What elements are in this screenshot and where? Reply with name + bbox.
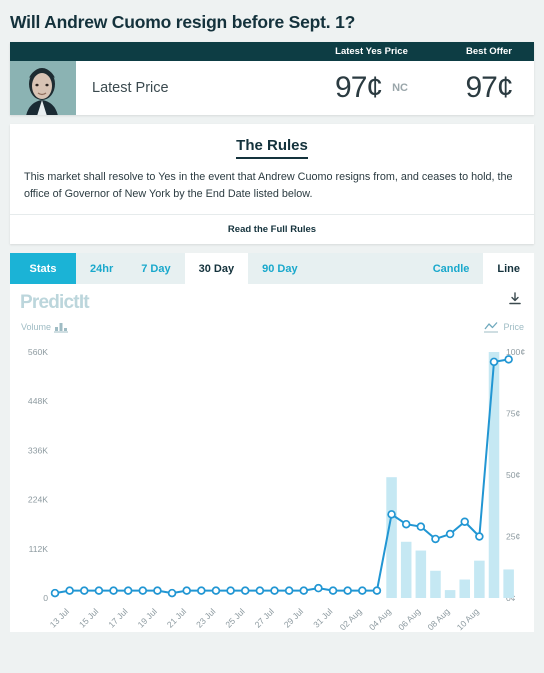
tab-range-90day[interactable]: 90 Day xyxy=(248,253,312,285)
price-point[interactable] xyxy=(416,522,426,532)
latest-price-label: Latest Price xyxy=(92,80,169,96)
price-point[interactable] xyxy=(328,586,338,596)
x-axis-tick: 15 Jul xyxy=(77,607,100,630)
price-point[interactable] xyxy=(94,586,104,596)
price-point[interactable] xyxy=(123,586,133,596)
price-point[interactable] xyxy=(314,584,323,593)
price-point[interactable] xyxy=(504,355,513,365)
best-offer-value: 97¢ xyxy=(465,71,513,104)
y-axis-tick-volume: 112K xyxy=(29,544,49,554)
x-axis-tick: 31 Jul xyxy=(311,607,334,630)
price-point[interactable] xyxy=(153,586,162,596)
y-axis-tick-volume: 336K xyxy=(28,446,48,456)
price-point[interactable] xyxy=(358,586,367,596)
tab-range-24hr[interactable]: 24hr xyxy=(76,253,128,285)
x-axis-tick: 17 Jul xyxy=(106,607,129,630)
tab-range-7day[interactable]: 7 Day xyxy=(127,253,185,285)
rules-heading-text: The Rules xyxy=(236,137,308,159)
x-axis-tick: 23 Jul xyxy=(194,607,217,630)
volume-bar xyxy=(400,542,412,599)
y-axis-tick-volume: 448K xyxy=(28,397,48,407)
price-point[interactable] xyxy=(65,586,74,596)
volume-bar xyxy=(474,561,485,599)
volume-bar xyxy=(415,551,427,599)
price-point[interactable] xyxy=(343,586,352,596)
x-axis-tick: 06 Aug xyxy=(396,607,422,633)
price-point[interactable] xyxy=(475,532,484,542)
price-point[interactable] xyxy=(387,510,396,520)
price-point[interactable] xyxy=(182,586,191,596)
y-axis-tick-price: 25¢ xyxy=(506,532,521,542)
x-axis-tick: 19 Jul xyxy=(136,607,159,630)
price-line xyxy=(54,358,509,595)
price-card-row[interactable]: Latest Price 97¢ NC 97¢ xyxy=(10,61,534,115)
x-axis-tick: 29 Jul xyxy=(282,607,305,630)
latest-yes-price-cell: 97¢ NC xyxy=(299,61,444,115)
tab-type-candle[interactable]: Candle xyxy=(418,253,484,285)
y-axis-tick-volume: 560K xyxy=(28,347,48,357)
y-axis-tick-volume: 224K xyxy=(28,495,48,505)
price-card-header: Latest Yes Price Best Offer xyxy=(10,42,534,61)
price-point[interactable] xyxy=(431,535,440,544)
chart-panel: PredictIt Volume Price 0112K224K336K xyxy=(10,284,534,633)
price-point[interactable] xyxy=(167,589,177,598)
price-volume-chart[interactable]: 0112K224K336K448K560K0¢25¢50¢75¢100¢13 J… xyxy=(10,284,534,632)
price-change-badge: NC xyxy=(392,82,408,94)
price-point[interactable] xyxy=(284,586,294,596)
price-point[interactable] xyxy=(401,520,411,529)
price-point[interactable] xyxy=(109,586,118,596)
price-point[interactable] xyxy=(50,589,60,598)
latest-yes-price-value: 97¢ xyxy=(335,71,383,104)
chart-toolbar: Stats 24hr 7 Day 30 Day 90 Day Candle Li… xyxy=(10,253,534,285)
tab-type-line[interactable]: Line xyxy=(483,253,534,285)
read-full-rules-link[interactable]: Read the Full Rules xyxy=(10,214,534,244)
price-point[interactable] xyxy=(270,586,279,596)
volume-bar xyxy=(488,352,500,599)
y-axis-tick-volume: 0 xyxy=(43,593,48,603)
price-point[interactable] xyxy=(255,586,265,596)
price-point[interactable] xyxy=(460,517,469,527)
x-axis-tick: 25 Jul xyxy=(223,607,246,630)
price-point[interactable] xyxy=(226,586,235,596)
price-point[interactable] xyxy=(445,530,455,539)
market-page: Will Andrew Cuomo resign before Sept. 1?… xyxy=(0,0,544,673)
price-point[interactable] xyxy=(80,586,89,596)
price-point[interactable] xyxy=(240,586,250,596)
price-point[interactable] xyxy=(299,586,309,596)
x-axis-tick: 04 Aug xyxy=(367,607,393,633)
y-axis-tick-price: 75¢ xyxy=(506,409,521,419)
volume-bar xyxy=(444,590,456,599)
x-axis-tick: 21 Jul xyxy=(165,607,188,630)
tab-range-30day[interactable]: 30 Day xyxy=(184,253,249,285)
page-title: Will Andrew Cuomo resign before Sept. 1? xyxy=(10,12,356,32)
volume-bar xyxy=(459,580,471,599)
x-axis-tick: 02 Aug xyxy=(338,607,364,633)
col-best-offer-label: Best Offer xyxy=(466,46,512,57)
volume-bar xyxy=(430,571,441,599)
price-point[interactable] xyxy=(489,358,499,367)
avatar xyxy=(10,61,76,115)
price-point[interactable] xyxy=(372,586,382,596)
x-axis-tick: 08 Aug xyxy=(426,607,452,633)
tab-stats[interactable]: Stats xyxy=(10,253,76,285)
x-axis-tick: 27 Jul xyxy=(253,607,276,630)
price-card: Latest Yes Price Best Offer Latest Price… xyxy=(10,42,534,115)
rules-body-text: This market shall resolve to Yes in the … xyxy=(24,171,513,200)
x-axis-tick: 10 Aug xyxy=(455,607,481,633)
volume-bar xyxy=(503,569,514,599)
price-point[interactable] xyxy=(138,586,148,596)
price-point[interactable] xyxy=(197,586,206,596)
portrait-icon xyxy=(26,68,58,115)
rules-heading: The Rules xyxy=(10,124,534,160)
rules-card: The Rules This market shall resolve to Y… xyxy=(10,124,534,245)
y-axis-tick-price: 50¢ xyxy=(506,470,521,480)
col-latest-yes-price-label: Latest Yes Price xyxy=(335,46,408,57)
toolbar-gap xyxy=(311,253,419,285)
price-point[interactable] xyxy=(211,586,221,596)
best-offer-cell: 97¢ xyxy=(444,61,534,115)
x-axis-tick: 13 Jul xyxy=(48,607,71,630)
